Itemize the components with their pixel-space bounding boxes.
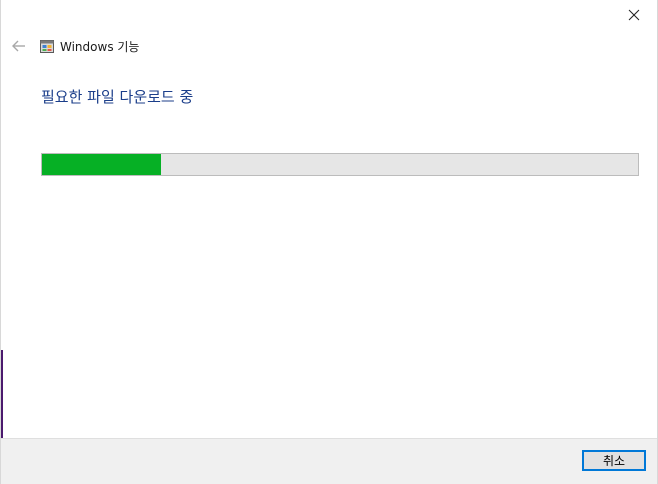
windows-features-dialog: Windows 기능 필요한 파일 다운로드 중 취소: [0, 0, 658, 484]
back-button[interactable]: [11, 38, 27, 54]
dialog-footer: 취소: [1, 438, 657, 484]
title-bar: Windows 기능: [11, 36, 139, 56]
close-icon: [628, 9, 640, 21]
window-title: Windows 기능: [60, 39, 140, 54]
cancel-button[interactable]: 취소: [582, 450, 646, 471]
background-window-edge: [1, 350, 3, 440]
windows-features-icon: [40, 40, 54, 53]
back-arrow-icon: [12, 40, 25, 52]
page-heading: 필요한 파일 다운로드 중: [41, 88, 194, 106]
progress-fill: [42, 154, 162, 175]
download-progress-bar: [41, 153, 639, 176]
close-button[interactable]: [611, 0, 657, 30]
